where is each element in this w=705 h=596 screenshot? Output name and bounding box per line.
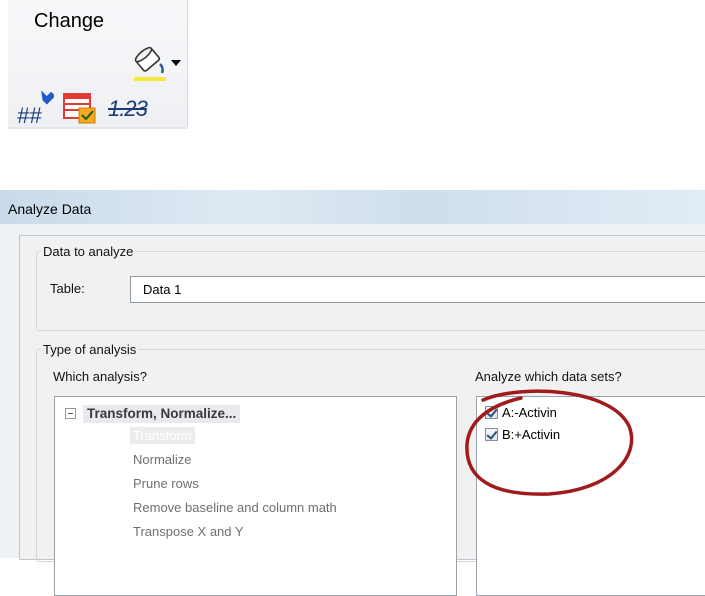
type-of-analysis-group: Type of analysis Which analysis? Analyze… (36, 342, 705, 596)
decimal-format-button[interactable]: 1.23 (105, 88, 155, 128)
checkbox-a[interactable] (485, 406, 498, 419)
number-format-button[interactable]: ## (16, 88, 56, 128)
tree-item-remove-baseline[interactable]: Remove baseline and column math (130, 499, 340, 516)
data-to-analyze-legend: Data to analyze (43, 244, 134, 259)
collapse-icon[interactable] (65, 408, 76, 419)
tree-item-prune-rows[interactable]: Prune rows (130, 475, 202, 492)
data-sets-list: A:-Activin B:+Activin (476, 396, 705, 596)
ribbon-group-title: Change (34, 10, 105, 32)
data-to-analyze-group: Data to analyze Table: Data 1 (36, 244, 705, 331)
which-data-sets-label: Analyze which data sets? (475, 369, 622, 384)
tree-item-transpose[interactable]: Transpose X and Y (130, 523, 247, 540)
paint-bucket-icon (134, 46, 181, 81)
dialog-title: Analyze Data (8, 201, 92, 217)
dialog-body: Data to analyze Table: Data 1 Type of an… (19, 235, 705, 596)
category-label: Transform, Normalize... (83, 405, 241, 423)
checkbox-b[interactable] (485, 428, 498, 441)
svg-text:##: ## (17, 103, 42, 128)
table-check-icon (63, 93, 96, 124)
data-set-b-label: B:+Activin (502, 427, 561, 442)
which-analysis-label: Which analysis? (53, 369, 147, 384)
table-dropdown-value: Data 1 (143, 282, 182, 297)
paint-bucket-button[interactable] (132, 40, 182, 82)
analyze-data-dialog: Analyze Data Data to analyze Table: Data… (0, 190, 705, 596)
dialog-title-bar[interactable]: Analyze Data (0, 190, 705, 224)
tree-item-transform[interactable]: Transform (130, 427, 195, 444)
table-dropdown[interactable]: Data 1 (130, 276, 705, 303)
data-set-a-label: A:-Activin (502, 405, 557, 420)
tree-item-normalize[interactable]: Normalize (130, 451, 195, 468)
hash-arrow-icon: ## (17, 90, 56, 128)
type-of-analysis-legend: Type of analysis (43, 342, 137, 357)
table-check-button[interactable] (61, 88, 101, 128)
ribbon-change-group: Change ## 1.23 (8, 0, 188, 159)
decimal-icon: 1.23 (108, 96, 148, 121)
ribbon-footer (8, 127, 187, 159)
analysis-tree[interactable]: Transform, Normalize... Transform Normal… (54, 396, 457, 596)
table-label: Table: (50, 281, 85, 296)
